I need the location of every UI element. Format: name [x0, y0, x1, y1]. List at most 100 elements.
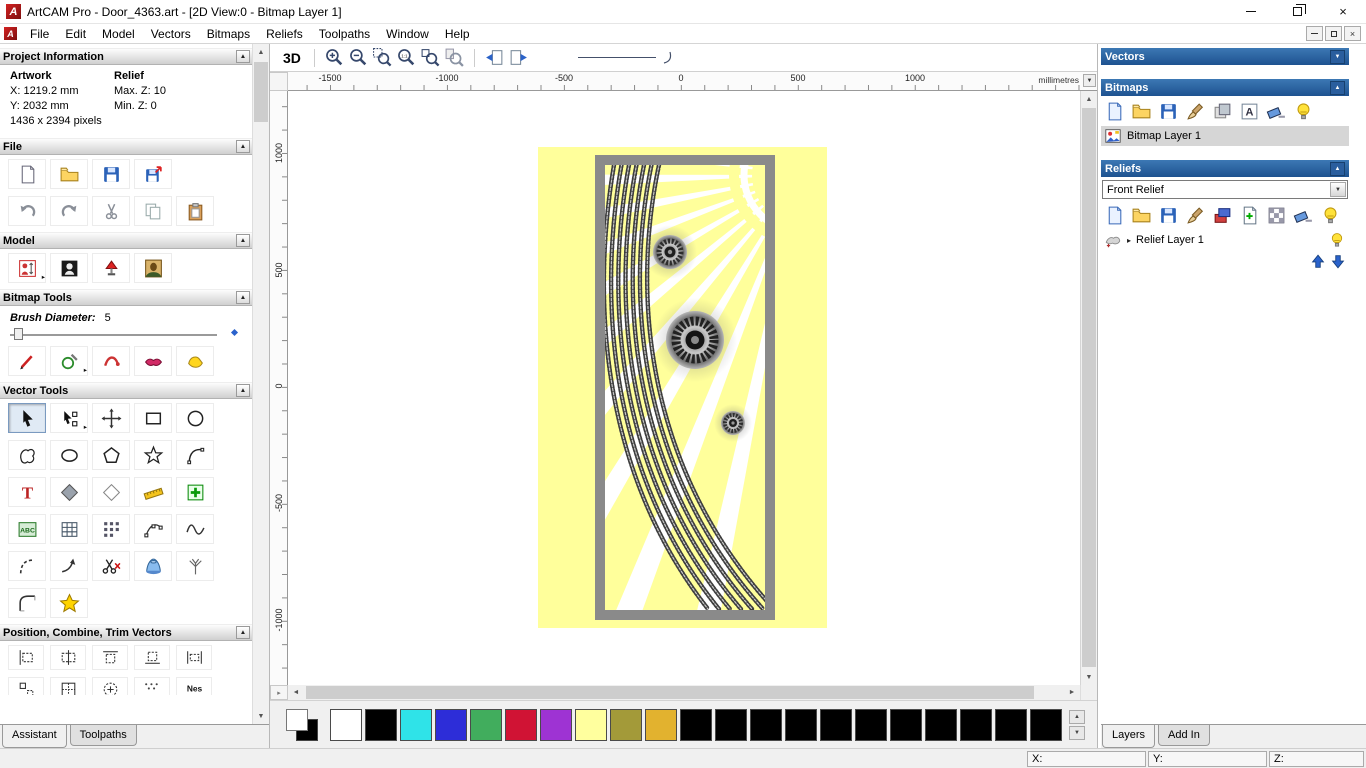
vertical-scrollbar[interactable]: ▲ ▼: [1080, 91, 1097, 685]
palette-colour-12[interactable]: [750, 709, 782, 741]
horizontal-scrollbar-thumb[interactable]: [306, 686, 1034, 699]
zoom-1to1-button[interactable]: 1:1: [395, 47, 418, 69]
scroll-down-icon[interactable]: ▼: [1081, 669, 1097, 685]
menu-reliefs[interactable]: Reliefs: [258, 25, 311, 43]
block-copy-button[interactable]: [92, 514, 130, 544]
new-model-button[interactable]: [8, 159, 46, 189]
envelope-distort-button[interactable]: [92, 477, 130, 507]
spin-relief-button[interactable]: [134, 551, 172, 581]
toggle-relief-visibility-button[interactable]: [1318, 204, 1342, 226]
tab-layers[interactable]: Layers: [1102, 725, 1156, 748]
palette-colour-6[interactable]: [540, 709, 572, 741]
colour-lips-button[interactable]: [134, 346, 172, 376]
scrollbar-thumb[interactable]: [254, 62, 268, 122]
new-relief-layer-button[interactable]: [1102, 204, 1126, 226]
relief-combo-dropdown-icon[interactable]: ▼: [1330, 182, 1346, 197]
centreline-button[interactable]: [176, 551, 214, 581]
greyscale-layer-button[interactable]: [1264, 204, 1288, 226]
menu-file[interactable]: File: [22, 25, 57, 43]
open-bitmap-layer-button[interactable]: [1129, 100, 1153, 122]
ruler-units-dropdown-button[interactable]: ▼: [1083, 74, 1096, 87]
align-b-button[interactable]: [50, 677, 86, 695]
palette-colour-17[interactable]: [925, 709, 957, 741]
fillet-tool-button[interactable]: [8, 588, 46, 618]
create-star-button[interactable]: [134, 440, 172, 470]
zoom-out-button[interactable]: [347, 47, 370, 69]
node-editing-flyout-icon[interactable]: ▸: [84, 424, 87, 432]
set-model-size-button[interactable]: ▸: [8, 253, 46, 283]
model-lighting-button[interactable]: [92, 253, 130, 283]
tab-add-in[interactable]: Add In: [1158, 725, 1210, 746]
dots-small-button[interactable]: [134, 677, 170, 695]
menu-window[interactable]: Window: [378, 25, 437, 43]
drawing-canvas[interactable]: [288, 91, 1080, 685]
slider-thumb[interactable]: [14, 328, 23, 340]
text-block-button[interactable]: ABC: [8, 514, 46, 544]
nes-text-button[interactable]: Nes: [176, 677, 212, 695]
palette-colour-1[interactable]: [365, 709, 397, 741]
mdi-close-button[interactable]: ×: [1344, 26, 1361, 41]
palette-colour-4[interactable]: [470, 709, 502, 741]
combine-layers-button[interactable]: [1210, 204, 1234, 226]
mdi-minimize-button[interactable]: [1306, 26, 1323, 41]
palette-colour-19[interactable]: [995, 709, 1027, 741]
relief-layer-expander-icon[interactable]: ▸: [1127, 236, 1131, 245]
expand-vectors-button[interactable]: ▼: [1330, 49, 1345, 64]
assistant-scrollbar[interactable]: ▲ ▼: [252, 44, 269, 724]
smudge-tool-button[interactable]: [92, 346, 130, 376]
delete-relief-layer-button[interactable]: [1291, 204, 1315, 226]
collapse-position-button[interactable]: ▲: [236, 626, 250, 639]
palette-colour-15[interactable]: [855, 709, 887, 741]
measure-tool-button[interactable]: [134, 477, 172, 507]
close-button[interactable]: ×: [1320, 0, 1366, 23]
palette-up-icon[interactable]: ▲: [1069, 710, 1085, 724]
create-circle-button[interactable]: [50, 440, 88, 470]
open-relief-layer-button[interactable]: [1129, 204, 1153, 226]
create-freehand-button[interactable]: [8, 440, 46, 470]
flood-fill-button[interactable]: [176, 346, 214, 376]
slider-track[interactable]: [10, 334, 217, 336]
relief-select-combobox[interactable]: Front Relief ▼: [1102, 180, 1348, 199]
zoom-page-button[interactable]: [443, 47, 466, 69]
menu-bitmaps[interactable]: Bitmaps: [199, 25, 258, 43]
align-span-button[interactable]: [176, 645, 212, 670]
cut-button[interactable]: [92, 196, 130, 226]
fit-arcs-button[interactable]: [8, 551, 46, 581]
collapse-vector-tools-button[interactable]: ▲: [236, 384, 250, 397]
3d-view-button[interactable]: 3D: [278, 50, 306, 66]
align-a-button[interactable]: [8, 677, 44, 695]
mdi-restore-button[interactable]: [1325, 26, 1342, 41]
new-bitmap-layer-button[interactable]: [1102, 100, 1126, 122]
scroll-up-icon[interactable]: ▲: [1081, 91, 1097, 107]
collapse-bitmap-tools-button[interactable]: ▲: [236, 291, 250, 304]
palette-colour-0[interactable]: [330, 709, 362, 741]
transform-vectors-button[interactable]: [92, 403, 130, 433]
add-relief-layer-button[interactable]: [1237, 204, 1261, 226]
paint-brush-button[interactable]: [8, 346, 46, 376]
palette-colour-10[interactable]: [680, 709, 712, 741]
set-model-size-flyout-icon[interactable]: ▸: [42, 274, 45, 282]
create-arc-button[interactable]: [176, 440, 214, 470]
relief-layer-visibility-icon[interactable]: [1328, 231, 1346, 249]
palette-colour-14[interactable]: [820, 709, 852, 741]
palette-colour-5[interactable]: [505, 709, 537, 741]
save-as-button[interactable]: [134, 159, 172, 189]
menu-help[interactable]: Help: [437, 25, 478, 43]
create-rectangle-button[interactable]: [134, 403, 172, 433]
load-image-button[interactable]: [134, 253, 172, 283]
collapse-bitmaps-button[interactable]: ▲: [1330, 80, 1345, 95]
palette-colour-9[interactable]: [645, 709, 677, 741]
palette-down-icon[interactable]: ▼: [1069, 726, 1085, 740]
align-left-button[interactable]: [8, 645, 44, 670]
menu-vectors[interactable]: Vectors: [143, 25, 199, 43]
create-text-button[interactable]: T: [8, 477, 46, 507]
primary-colour[interactable]: [286, 709, 308, 731]
collapse-reliefs-button[interactable]: ▲: [1330, 161, 1345, 176]
tab-assistant[interactable]: Assistant: [2, 725, 67, 748]
menu-toolpaths[interactable]: Toolpaths: [311, 25, 378, 43]
wrap-distort-button[interactable]: [50, 477, 88, 507]
menu-edit[interactable]: Edit: [57, 25, 94, 43]
palette-colour-7[interactable]: [575, 709, 607, 741]
sweep-layer-button[interactable]: [1183, 204, 1207, 226]
palette-colour-11[interactable]: [715, 709, 747, 741]
